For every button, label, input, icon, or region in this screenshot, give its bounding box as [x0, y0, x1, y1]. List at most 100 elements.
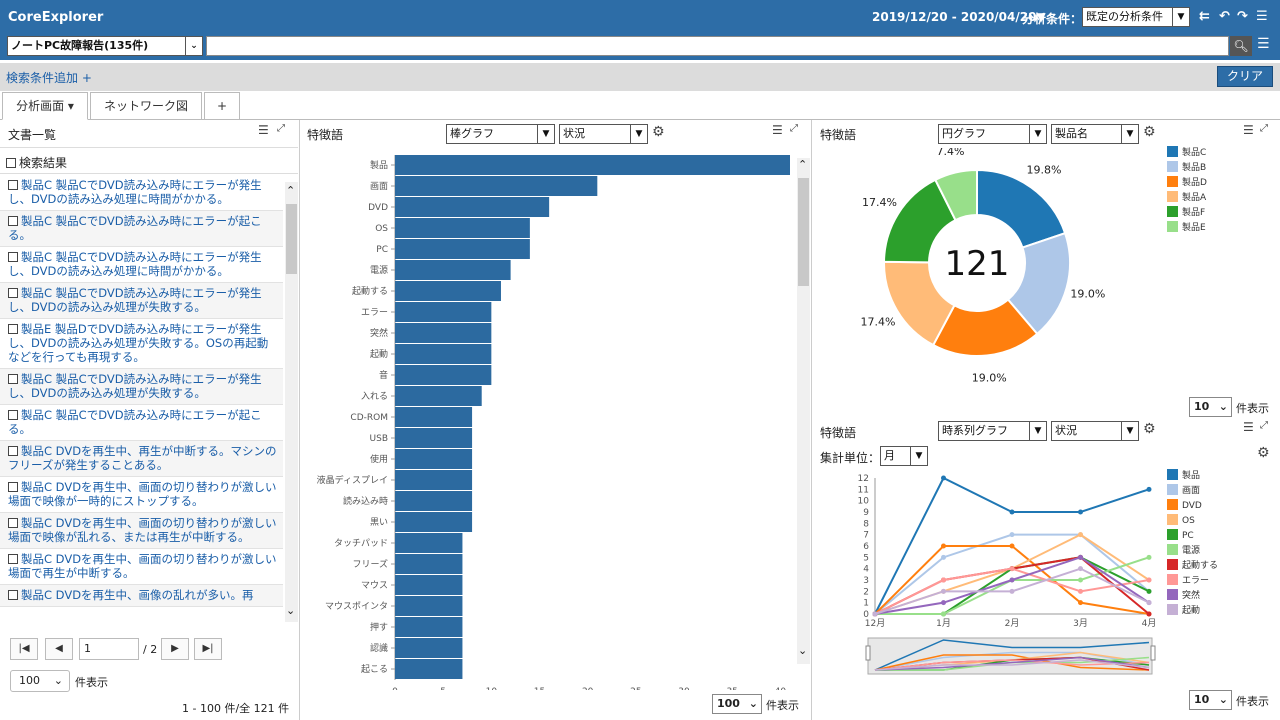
legend-item[interactable]: 製品	[1167, 469, 1218, 484]
search-input[interactable]	[206, 36, 1229, 56]
expand-icon[interactable]: ⤢	[790, 123, 798, 134]
doc-text[interactable]: 製品C 製品CでDVD読み込み時にエラーが発生し、DVDの読み込み処理が失敗する…	[8, 286, 262, 314]
gear-icon[interactable]: ⚙	[652, 124, 665, 140]
undo-all-icon[interactable]: ⇇	[1199, 9, 1210, 24]
doc-checkbox[interactable]	[8, 180, 18, 190]
list-item[interactable]: 製品C 製品CでDVD読み込み時にエラーが起こる。	[0, 211, 283, 247]
doc-checkbox[interactable]	[8, 446, 18, 456]
date-range-selector[interactable]: 2019/12/20 - 2020/04/20▼	[872, 10, 1046, 24]
doc-text[interactable]: 製品C 製品CでDVD読み込み時にエラーが起こる。	[8, 408, 262, 436]
next-page-button[interactable]: ▶	[161, 638, 189, 660]
dataset-select[interactable]: ノートPC故障報告(135件) ⌄	[7, 36, 203, 56]
doc-checkbox[interactable]	[8, 288, 18, 298]
menu-icon[interactable]: ☰	[772, 123, 783, 137]
gear-icon[interactable]: ⚙	[1143, 124, 1156, 140]
undo-icon[interactable]: ↶	[1219, 9, 1230, 24]
legend-item[interactable]: OS	[1167, 514, 1218, 529]
doc-text[interactable]: 製品C DVDを再生中、画面の切り替わりが激しい場面で映像が一時的にストップする…	[8, 480, 277, 508]
list-item[interactable]: 製品C 製品CでDVD読み込み時にエラーが起こる。	[0, 405, 283, 441]
doc-text[interactable]: 製品C 製品CでDVD読み込み時にエラーが発生し、DVDの読み込み処理が失敗する…	[8, 372, 262, 400]
legend-item[interactable]: 製品D	[1167, 176, 1207, 191]
add-condition-link[interactable]: 検索条件追加 +	[6, 69, 92, 86]
doc-text[interactable]: 製品C 製品CでDVD読み込み時にエラーが発生し、DVDの読み込み処理に時間がか…	[8, 178, 262, 206]
expand-icon[interactable]: ⤢	[1260, 420, 1268, 431]
legend-item[interactable]: DVD	[1167, 499, 1218, 514]
doc-scrollbar[interactable]	[285, 182, 298, 622]
results-header[interactable]: 検索結果	[6, 154, 67, 171]
legend-item[interactable]: 製品E	[1167, 221, 1207, 236]
scroll-up-icon[interactable]: ⌃	[286, 184, 295, 197]
doc-checkbox[interactable]	[8, 554, 18, 564]
legend-item[interactable]: エラー	[1167, 574, 1218, 589]
clear-button[interactable]: クリア	[1217, 66, 1273, 87]
list-item[interactable]: 製品C 製品CでDVD読み込み時にエラーが発生し、DVDの読み込み処理が失敗する…	[0, 283, 283, 319]
gear-icon[interactable]: ⚙	[1143, 421, 1156, 437]
expand-icon[interactable]: ⤢	[277, 123, 285, 134]
doc-checkbox[interactable]	[8, 252, 18, 262]
menu-icon[interactable]: ☰	[1243, 123, 1254, 137]
legend-item[interactable]: 製品A	[1167, 191, 1207, 206]
list-item[interactable]: 製品C DVDを再生中、画面の切り替わりが激しい場面で再生が中断する。	[0, 549, 283, 585]
legend-item[interactable]: 製品F	[1167, 206, 1207, 221]
doc-per-page-select[interactable]: 100 ⌄	[10, 670, 70, 692]
doc-scroll-thumb[interactable]	[286, 204, 297, 274]
doc-checkbox[interactable]	[8, 482, 18, 492]
pie-chart-type-select[interactable]: 円グラフ ▼	[938, 124, 1047, 144]
last-page-button[interactable]: ▶|	[194, 638, 222, 660]
doc-text[interactable]: 製品C 製品CでDVD読み込み時にエラーが起こる。	[8, 214, 262, 242]
line-per-page-select[interactable]: 10 ⌄	[1189, 690, 1232, 710]
condition-select[interactable]: 既定の分析条件 ▼	[1082, 7, 1190, 27]
search-menu-icon[interactable]: ☰	[1257, 36, 1270, 52]
doc-text[interactable]: 製品C DVDを再生中、画面の切り替わりが激しい場面で映像が乱れる、または再生が…	[8, 516, 277, 544]
legend-item[interactable]: 突然	[1167, 589, 1218, 604]
doc-text[interactable]: 製品C DVDを再生中、再生が中断する。マシンのフリーズが発生することある。	[8, 444, 277, 472]
doc-checkbox[interactable]	[8, 374, 18, 384]
expand-icon[interactable]: ⤢	[1260, 123, 1268, 134]
pie-field-select[interactable]: 製品名 ▼	[1051, 124, 1139, 144]
list-item[interactable]: 製品C DVDを再生中、再生が中断する。マシンのフリーズが発生することある。	[0, 441, 283, 477]
bar-scroll-thumb[interactable]	[798, 178, 809, 286]
bar-chart-type-select[interactable]: 棒グラフ ▼	[446, 124, 555, 144]
list-item[interactable]: 製品C DVDを再生中、画像の乱れが多い。再	[0, 585, 283, 607]
legend-item[interactable]: 製品B	[1167, 161, 1207, 176]
pie-per-page-select[interactable]: 10 ⌄	[1189, 397, 1232, 417]
doc-text[interactable]: 製品C DVDを再生中、画面の切り替わりが激しい場面で再生が中断する。	[8, 552, 277, 580]
bar-scrollbar[interactable]	[797, 158, 810, 664]
menu-icon[interactable]: ☰	[1256, 9, 1268, 24]
prev-page-button[interactable]: ◀	[45, 638, 73, 660]
menu-icon[interactable]: ☰	[258, 123, 269, 137]
line-chart-type-select[interactable]: 時系列グラフ ▼	[938, 421, 1047, 441]
bar-per-page-select[interactable]: 100 ⌄	[712, 694, 762, 714]
list-item[interactable]: 製品C DVDを再生中、画面の切り替わりが激しい場面で映像が一時的にストップする…	[0, 477, 283, 513]
legend-item[interactable]: 画面	[1167, 484, 1218, 499]
doc-text[interactable]: 製品C DVDを再生中、画像の乱れが多い。再	[21, 588, 254, 602]
doc-checkbox[interactable]	[8, 324, 18, 334]
tab-network[interactable]: ネットワーク図	[90, 92, 202, 120]
list-item[interactable]: 製品C 製品CでDVD読み込み時にエラーが発生し、DVDの読み込み処理に時間がか…	[0, 247, 283, 283]
unit-select[interactable]: 月 ▼	[880, 446, 928, 466]
gear-icon[interactable]: ⚙	[1257, 445, 1270, 461]
menu-icon[interactable]: ☰	[1243, 420, 1254, 434]
bar-field-select[interactable]: 状況 ▼	[559, 124, 648, 144]
doc-checkbox[interactable]	[8, 216, 18, 226]
legend-item[interactable]: 起動する	[1167, 559, 1218, 574]
scroll-up-icon[interactable]: ⌃	[798, 158, 807, 171]
legend-item[interactable]: PC	[1167, 529, 1218, 544]
legend-item[interactable]: 電源	[1167, 544, 1218, 559]
scroll-down-icon[interactable]: ⌄	[798, 644, 807, 657]
list-item[interactable]: 製品C 製品CでDVD読み込み時にエラーが発生し、DVDの読み込み処理が失敗する…	[0, 369, 283, 405]
redo-icon[interactable]: ↷	[1237, 9, 1248, 24]
list-item[interactable]: 製品E 製品DでDVD読み込み時にエラーが発生し、DVDの読み込み処理が失敗する…	[0, 319, 283, 369]
legend-item[interactable]: 製品C	[1167, 146, 1207, 161]
tab-analysis[interactable]: 分析画面 ▾	[2, 92, 88, 120]
tab-add[interactable]: +	[204, 92, 240, 120]
doc-text[interactable]: 製品E 製品DでDVD読み込み時にエラーが発生し、DVDの読み込み処理が失敗する…	[8, 322, 268, 364]
doc-checkbox[interactable]	[8, 590, 18, 600]
list-item[interactable]: 製品C DVDを再生中、画面の切り替わりが激しい場面で映像が乱れる、または再生が…	[0, 513, 283, 549]
search-icon[interactable]: 🔍︎	[1230, 36, 1252, 56]
first-page-button[interactable]: |◀	[10, 638, 38, 660]
page-input[interactable]: 1	[79, 638, 139, 660]
list-item[interactable]: 製品C 製品CでDVD読み込み時にエラーが発生し、DVDの読み込み処理に時間がか…	[0, 175, 283, 211]
scroll-down-icon[interactable]: ⌄	[286, 604, 295, 617]
legend-item[interactable]: 起動	[1167, 604, 1218, 619]
